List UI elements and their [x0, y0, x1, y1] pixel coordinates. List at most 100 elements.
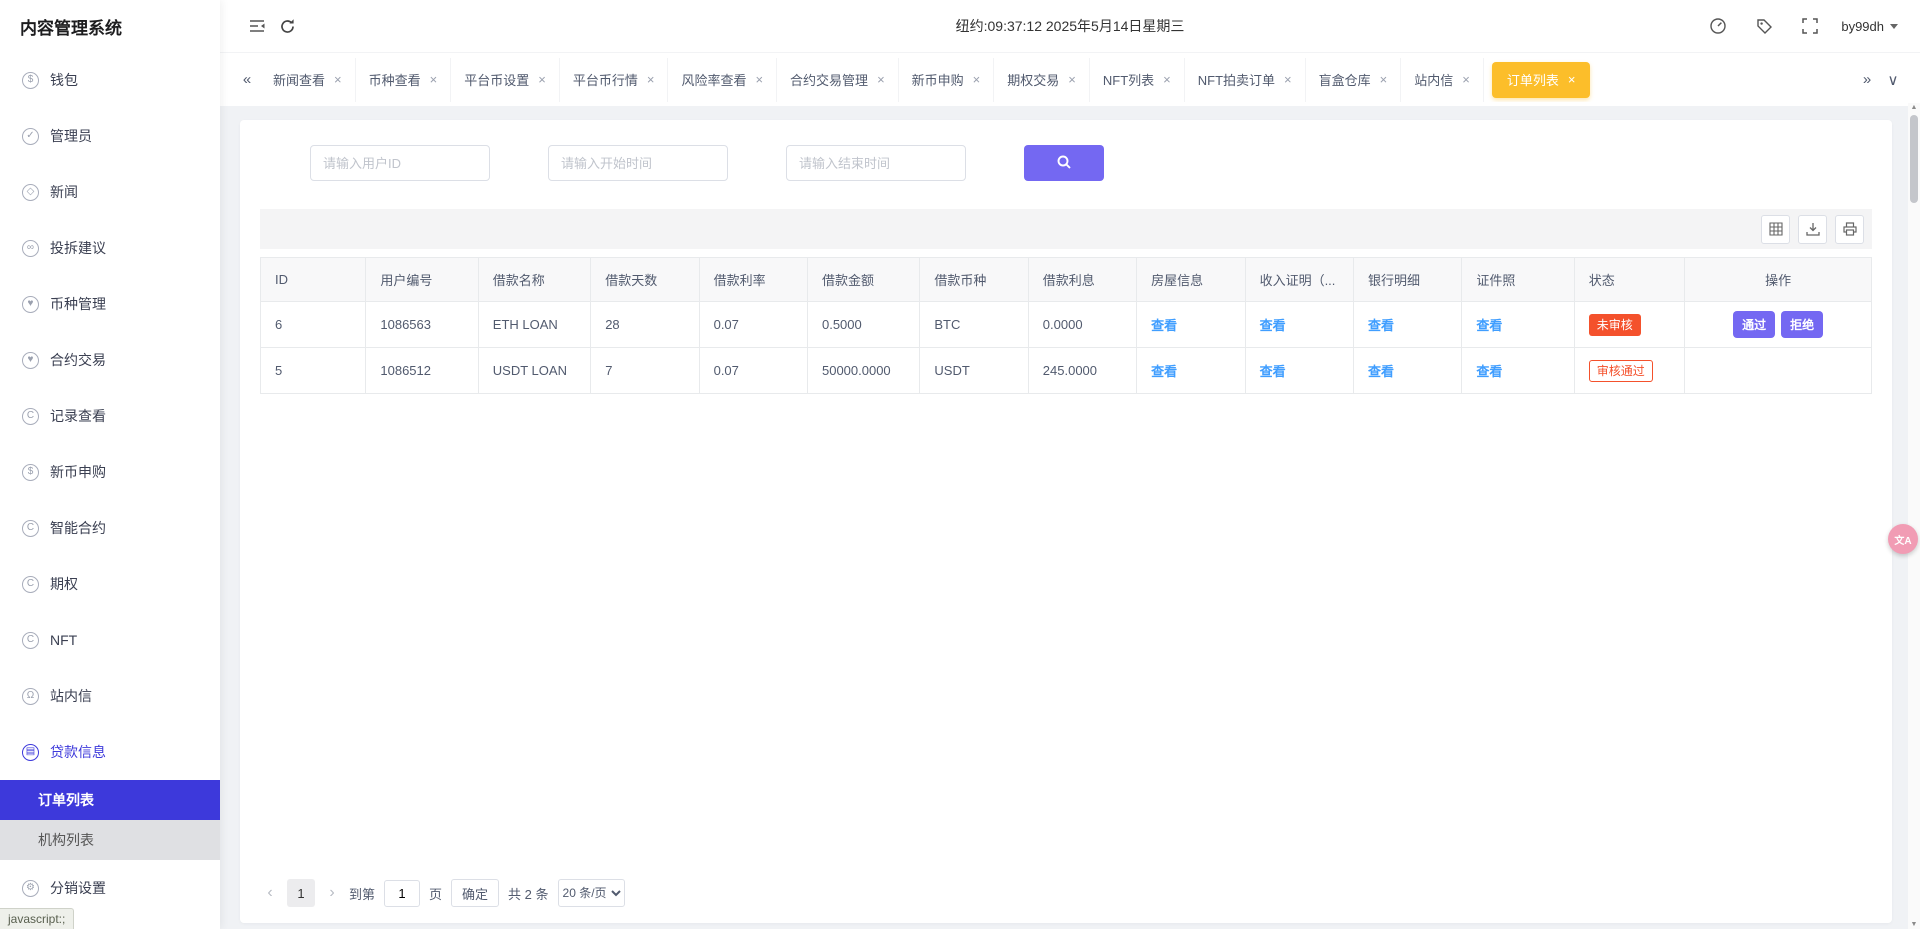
sidebar-item[interactable]: ✓管理员 [0, 108, 220, 164]
close-icon[interactable]: × [1380, 73, 1388, 86]
sidebar-item[interactable]: Ω站内信 [0, 668, 220, 724]
sidebar-item[interactable]: C智能合约 [0, 500, 220, 556]
sidebar-item[interactable]: ▤贷款信息 [0, 724, 220, 780]
mail-icon: Ω [22, 688, 39, 705]
scroll-up-icon[interactable]: ▲ [1908, 104, 1920, 111]
cell: BTC [920, 302, 1028, 348]
tab-item[interactable]: 站内信 × [1401, 58, 1484, 102]
close-icon[interactable]: × [334, 73, 342, 86]
cell: 查看 [1245, 302, 1353, 348]
page-size-select[interactable]: 20 条/页 [558, 879, 625, 907]
username: by99dh [1841, 19, 1884, 34]
close-icon[interactable]: × [1284, 73, 1292, 86]
refresh-icon[interactable] [272, 11, 302, 41]
tab-item[interactable]: NFT列表× [1090, 58, 1185, 102]
goto-page-input[interactable] [384, 880, 420, 907]
house-info-view-link[interactable]: 查看 [1151, 364, 1177, 379]
close-icon[interactable]: × [1068, 73, 1076, 86]
sidebar-subitem[interactable]: 机构列表 [0, 820, 220, 860]
tag-icon[interactable] [1749, 11, 1779, 41]
goto-confirm-button[interactable]: 确定 [451, 879, 499, 907]
table-toolbar [260, 209, 1872, 249]
actions-cell [1685, 348, 1872, 394]
tabs-menu-icon[interactable]: ∨ [1880, 71, 1906, 89]
cell: 6 [261, 302, 366, 348]
page-scrollbar[interactable]: ▲ ▼ [1908, 103, 1920, 929]
income-proof-view-link[interactable]: 查看 [1260, 318, 1286, 333]
close-icon[interactable]: × [1163, 73, 1171, 86]
close-icon[interactable]: × [1462, 73, 1470, 86]
id-photo-view-link[interactable]: 查看 [1476, 364, 1502, 379]
tab-item[interactable]: 期权交易× [994, 58, 1090, 102]
tab-item[interactable]: 币种查看× [356, 58, 452, 102]
tab-item[interactable]: 新闻查看× [260, 58, 356, 102]
cell: 查看 [1137, 302, 1245, 348]
link-status-bubble: javascript:; [0, 908, 74, 929]
columns-grid-icon[interactable] [1761, 215, 1790, 244]
cell: 查看 [1245, 348, 1353, 394]
id-photo-view-link[interactable]: 查看 [1476, 318, 1502, 333]
menu-fold-icon[interactable] [242, 11, 272, 41]
sidebar-item-label: NFT [50, 632, 77, 648]
sidebar-item[interactable]: C NFT [0, 612, 220, 668]
contract-trade-icon: ♥ [22, 352, 39, 369]
sidebar-subitem[interactable]: 订单列表 [0, 780, 220, 820]
column-header: 借款币种 [920, 258, 1028, 302]
fullscreen-icon[interactable] [1795, 11, 1825, 41]
close-icon[interactable]: × [755, 73, 763, 86]
sidebar-item[interactable]: ◇新闻 [0, 164, 220, 220]
loans-table: ID用户编号借款名称借款天数借款利率借款金额借款币种借款利息房屋信息收入证明（.… [260, 257, 1872, 394]
admin-icon: ✓ [22, 128, 39, 145]
income-proof-view-link[interactable]: 查看 [1260, 364, 1286, 379]
reject-button[interactable]: 拒绝 [1781, 311, 1823, 338]
nft-icon: C [22, 632, 39, 649]
tabs-scroll-right-icon[interactable]: » [1854, 71, 1880, 88]
sidebar-subitem-label: 机构列表 [38, 830, 94, 850]
close-icon[interactable]: × [430, 73, 438, 86]
tabs-scroll-left-icon[interactable]: « [234, 71, 260, 88]
sidebar-item[interactable]: $新币申购 [0, 444, 220, 500]
tab-label: 订单列表 [1507, 70, 1559, 89]
next-page-icon[interactable]: › [324, 884, 340, 902]
prev-page-icon[interactable]: ‹ [262, 884, 278, 902]
tab-item[interactable]: NFT拍卖订单× [1185, 58, 1306, 102]
close-icon[interactable]: × [973, 73, 981, 86]
user-menu[interactable]: by99dh [1841, 19, 1898, 34]
tab-item[interactable]: 风险率查看× [668, 58, 777, 102]
end-time-input[interactable] [786, 145, 966, 181]
print-icon[interactable] [1835, 215, 1864, 244]
user-id-input[interactable] [310, 145, 490, 181]
tab-active[interactable]: 订单列表 × [1492, 62, 1591, 98]
tab-item[interactable]: 合约交易管理× [777, 58, 899, 102]
tab-item[interactable]: 平台币行情× [560, 58, 669, 102]
close-icon[interactable]: × [877, 73, 885, 86]
search-button[interactable] [1024, 145, 1104, 181]
sidebar-item[interactable]: ♥合约交易 [0, 332, 220, 388]
tab-item[interactable]: 盲盒仓库 × [1306, 58, 1402, 102]
cell: 查看 [1353, 348, 1461, 394]
tab-item[interactable]: 平台币设置× [451, 58, 560, 102]
cell: 查看 [1462, 302, 1574, 348]
start-time-input[interactable] [548, 145, 728, 181]
sidebar-item[interactable]: C记录查看 [0, 388, 220, 444]
close-icon[interactable]: × [1568, 73, 1576, 86]
sidebar-item[interactable]: ∞投拆建议 [0, 220, 220, 276]
tab-label: 盲盒仓库 [1319, 70, 1371, 89]
approve-button[interactable]: 通过 [1733, 311, 1775, 338]
tab-label: 站内信 [1414, 70, 1453, 89]
tab-item[interactable]: 新币申购× [899, 58, 995, 102]
house-info-view-link[interactable]: 查看 [1151, 318, 1177, 333]
bank-detail-view-link[interactable]: 查看 [1368, 318, 1394, 333]
close-icon[interactable]: × [647, 73, 655, 86]
sidebar-item[interactable]: C期权 [0, 556, 220, 612]
translate-float-button[interactable]: 文A [1888, 524, 1918, 554]
scroll-down-icon[interactable]: ▼ [1908, 921, 1920, 928]
export-icon[interactable] [1798, 215, 1827, 244]
dashboard-icon[interactable] [1703, 11, 1733, 41]
sidebar-item[interactable]: ♥币种管理 [0, 276, 220, 332]
close-icon[interactable]: × [538, 73, 546, 86]
scrollbar-thumb[interactable] [1910, 115, 1918, 203]
bank-detail-view-link[interactable]: 查看 [1368, 364, 1394, 379]
page-number[interactable]: 1 [287, 879, 315, 907]
sidebar-item[interactable]: $钱包 [0, 52, 220, 108]
